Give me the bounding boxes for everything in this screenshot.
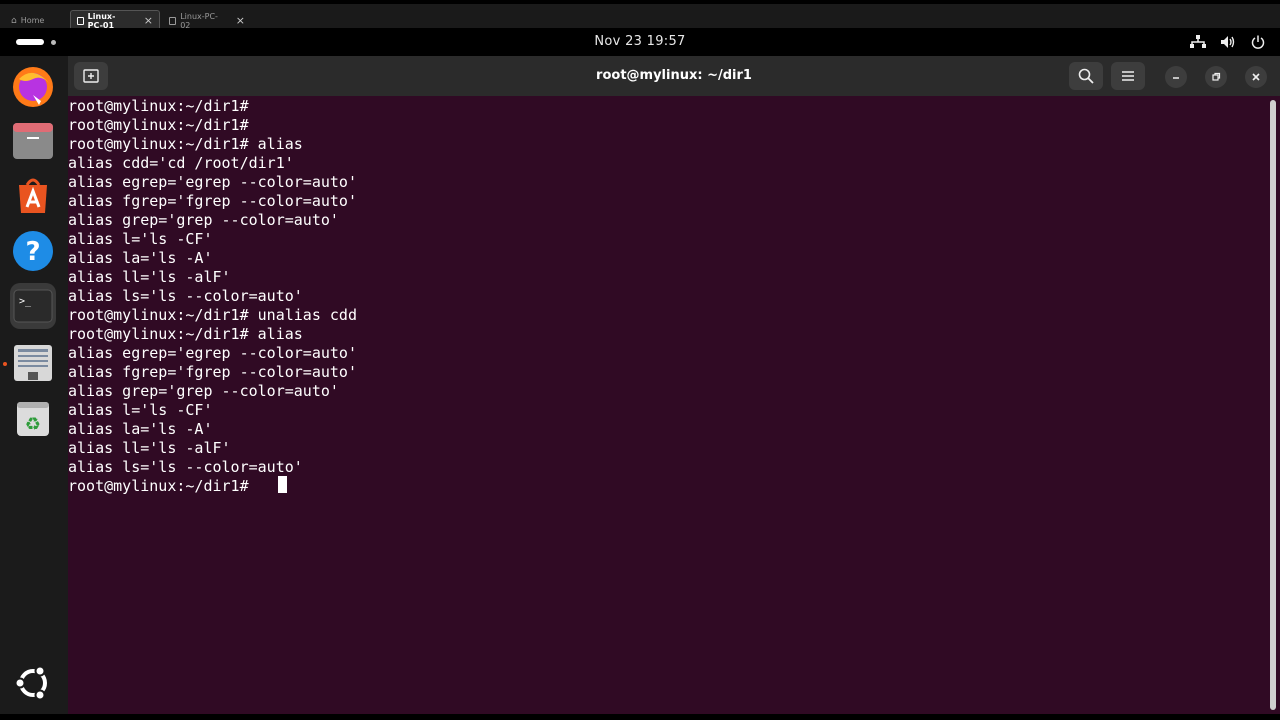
terminal-line: alias grep='grep --color=auto' — [68, 211, 339, 229]
clock[interactable]: Nov 23 19:57 — [0, 28, 1280, 56]
scrollbar[interactable] — [1270, 100, 1276, 710]
terminal-line: root@mylinux:~/dir1# alias — [68, 325, 303, 343]
terminal-line: root@mylinux:~/dir1# unalias cdd — [68, 306, 357, 324]
volume-icon[interactable] — [1220, 34, 1236, 50]
terminal-line: alias fgrep='fgrep --color=auto' — [68, 192, 357, 210]
close-tab-icon[interactable]: × — [144, 14, 153, 27]
menu-button[interactable] — [1111, 62, 1145, 90]
vm-tab-strip: ⌂ Home Linux-PC-01 × Linux-PC-02 × — [0, 0, 1280, 30]
help-icon[interactable]: ? — [10, 228, 56, 274]
ubuntu-show-apps-icon[interactable] — [10, 660, 56, 706]
home-icon: ⌂ — [11, 15, 17, 26]
top-bar: Nov 23 19:57 — [0, 28, 1280, 56]
vm-tab-label: Linux-PC-01 — [87, 11, 116, 30]
svg-text:?: ? — [25, 237, 40, 267]
firefox-icon[interactable] — [10, 64, 56, 110]
terminal-output[interactable]: root@mylinux:~/dir1# root@mylinux:~/dir1… — [68, 96, 1266, 714]
terminal-line: root@mylinux:~/dir1# — [68, 97, 249, 115]
files-icon[interactable] — [10, 118, 56, 164]
minimize-button[interactable] — [1165, 66, 1187, 88]
vm-tab-home[interactable]: ⌂ Home — [4, 10, 66, 30]
terminal-prompt-line: root@mylinux:~/dir1# — [68, 477, 258, 495]
terminal-line: alias ll='ls -alF' — [68, 439, 231, 457]
minimize-icon — [1173, 77, 1179, 79]
vm-tab-linux-pc-02[interactable]: Linux-PC-02 × — [162, 10, 252, 30]
terminal-line: alias ls='ls --color=auto' — [68, 287, 303, 305]
hamburger-menu-icon — [1122, 71, 1134, 81]
network-icon[interactable] — [1190, 34, 1206, 50]
terminal-line: alias ls='ls --color=auto' — [68, 458, 303, 476]
search-icon — [1078, 68, 1094, 84]
terminal-line: alias egrep='egrep --color=auto' — [68, 173, 357, 191]
vm-icon — [169, 16, 177, 25]
terminal-window: root@mylinux: ~/dir1 root@mylinux:~/dir1… — [68, 56, 1280, 714]
text-cursor — [278, 476, 287, 493]
maximize-button[interactable] — [1205, 66, 1227, 88]
terminal-line: alias cdd='cd /root/dir1' — [68, 154, 294, 172]
dock: ? >_ ♻ — [0, 56, 68, 714]
terminal-line: alias la='ls -A' — [68, 420, 213, 438]
restore-icon — [1212, 72, 1221, 81]
vm-tab-label: Linux-PC-02 — [180, 11, 218, 30]
svg-text:♻: ♻ — [25, 414, 41, 435]
vm-tab-linux-pc-01[interactable]: Linux-PC-01 × — [70, 10, 160, 30]
power-icon[interactable] — [1250, 34, 1266, 50]
terminal-line: root@mylinux:~/dir1# alias — [68, 135, 303, 153]
terminal-line: alias l='ls -CF' — [68, 401, 213, 419]
terminal-header-bar: root@mylinux: ~/dir1 — [68, 56, 1280, 96]
search-button[interactable] — [1069, 62, 1103, 90]
vm-tab-label: Home — [20, 16, 45, 25]
trash-icon[interactable]: ♻ — [10, 396, 56, 442]
terminal-icon[interactable]: >_ — [10, 283, 56, 329]
terminal-line: alias l='ls -CF' — [68, 230, 213, 248]
close-icon — [1252, 73, 1260, 81]
close-tab-icon[interactable]: × — [236, 14, 245, 27]
svg-text:>_: >_ — [19, 296, 32, 307]
terminal-line: alias egrep='egrep --color=auto' — [68, 344, 357, 362]
running-indicator — [3, 362, 7, 366]
terminal-line: alias la='ls -A' — [68, 249, 213, 267]
terminal-line: alias fgrep='fgrep --color=auto' — [68, 363, 357, 381]
vm-icon — [77, 16, 84, 25]
terminal-line: root@mylinux:~/dir1# — [68, 116, 249, 134]
terminal-line: alias ll='ls -alF' — [68, 268, 231, 286]
close-button[interactable] — [1245, 66, 1267, 88]
text-editor-icon[interactable] — [10, 340, 56, 386]
app-center-icon[interactable] — [10, 172, 56, 218]
system-tray[interactable] — [1190, 28, 1266, 56]
terminal-line: alias grep='grep --color=auto' — [68, 382, 339, 400]
